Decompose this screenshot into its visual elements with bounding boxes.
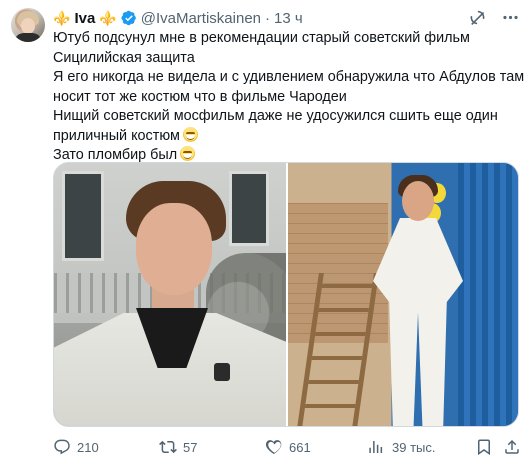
- reply-button[interactable]: 210: [53, 437, 99, 457]
- media-photo-full-suit[interactable]: [288, 163, 518, 426]
- share-button[interactable]: [503, 437, 521, 457]
- like-count: 661: [289, 439, 311, 455]
- tweet-text-segment: приличный костюм: [53, 127, 180, 144]
- separator-dot: ·: [265, 9, 271, 27]
- views-count: 39 тыс.: [392, 439, 436, 455]
- heart-icon: [265, 440, 282, 455]
- like-button[interactable]: 661: [265, 437, 311, 457]
- tweet-text-line: Сицилийская защита: [53, 49, 195, 66]
- tweet[interactable]: ⚜️ Iva ⚜️ @IvaMartiskainen · 13 ч Ютуб п…: [0, 0, 532, 470]
- retweet-count: 57: [183, 439, 198, 455]
- reply-icon: [54, 439, 70, 455]
- bookmark-button[interactable]: [475, 437, 493, 457]
- avatar[interactable]: [11, 8, 45, 42]
- views-icon: [369, 441, 383, 453]
- retweet-button[interactable]: 57: [159, 437, 197, 457]
- tweet-text-line: Нищий советский мосфильм даже не удосужи…: [53, 108, 498, 124]
- fleur-de-lis-icon: ⚜️: [99, 10, 117, 26]
- tweet-text-line: Я его никогда не видела и с удивлением о…: [53, 69, 525, 85]
- grok-icon[interactable]: [468, 8, 487, 27]
- more-icon[interactable]: [501, 8, 520, 27]
- reply-count: 210: [77, 439, 99, 455]
- timestamp[interactable]: 13 ч: [274, 10, 303, 27]
- tweet-header: ⚜️ Iva ⚜️ @IvaMartiskainen · 13 ч: [53, 8, 303, 28]
- tweet-text: Ютуб подсунул мне в рекомендации старый …: [53, 29, 525, 166]
- grinning-emoji-icon: [180, 146, 196, 161]
- tweet-actions: 210 57 661 39 тыс.: [53, 437, 519, 457]
- retweet-icon: [159, 440, 177, 454]
- verified-badge-icon[interactable]: [121, 10, 137, 26]
- share-icon: [505, 439, 519, 454]
- tweet-text-segment: Зато пломбир был: [53, 147, 178, 163]
- tweet-text-line: носит тот же костюм что в фильме Чародеи: [53, 88, 347, 105]
- author-name[interactable]: Iva: [74, 10, 95, 27]
- tweet-text-line: Ютуб подсунул мне в рекомендации старый …: [53, 30, 470, 46]
- tweet-top-actions: [468, 8, 520, 27]
- tweet-media: [53, 162, 519, 427]
- fleur-de-lis-icon: ⚜️: [53, 10, 71, 26]
- author-handle[interactable]: @IvaMartiskainen: [141, 10, 261, 27]
- tweet-text-line-with-emoji: приличный костюм: [53, 126, 513, 147]
- grinning-emoji-icon: [182, 126, 198, 142]
- views-button[interactable]: 39 тыс.: [368, 437, 435, 457]
- bookmark-icon: [478, 439, 490, 456]
- media-photo-portrait[interactable]: [54, 163, 286, 426]
